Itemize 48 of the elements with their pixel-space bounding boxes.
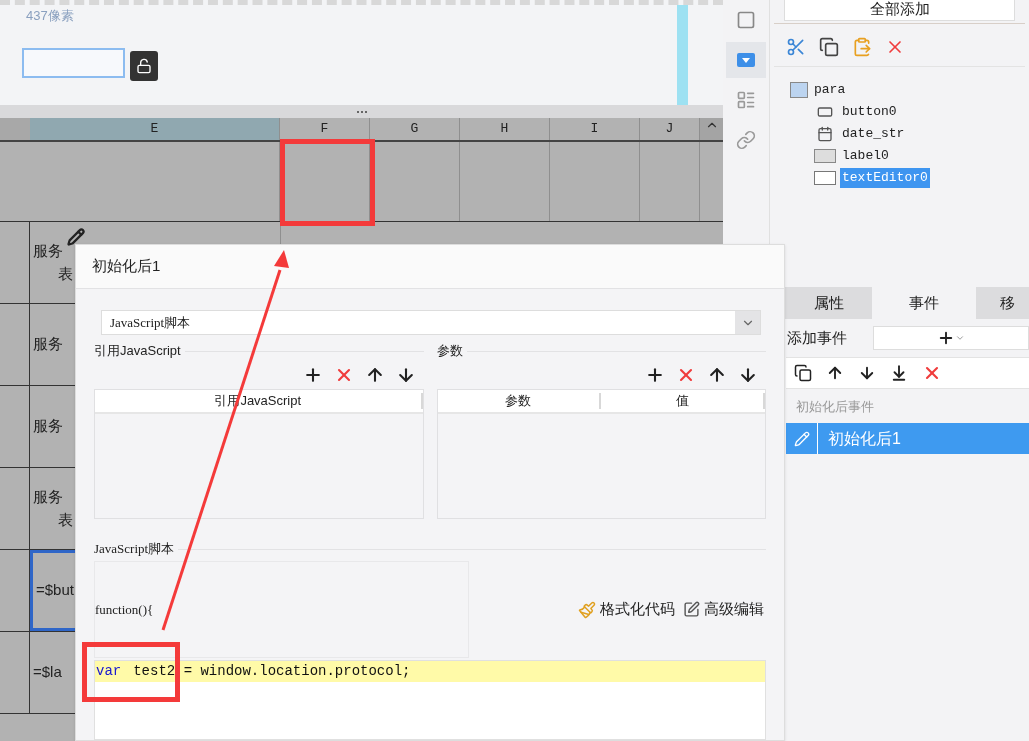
lock-button[interactable] bbox=[130, 51, 158, 81]
section-title: 参数 bbox=[436, 342, 464, 361]
add-all-button[interactable]: 全部添加 bbox=[784, 0, 1015, 21]
lock-icon bbox=[136, 58, 152, 74]
table-cell-text: 服务 表 bbox=[32, 241, 74, 284]
column-header[interactable]: E bbox=[30, 118, 280, 140]
dropdown-widget-icon[interactable] bbox=[726, 42, 766, 78]
caret-icon bbox=[955, 333, 965, 343]
tab[interactable]: 移 bbox=[976, 287, 1029, 319]
add-icon[interactable] bbox=[645, 365, 665, 385]
tree-item[interactable]: date_str bbox=[840, 124, 907, 144]
move-bottom-icon[interactable] bbox=[890, 364, 908, 382]
down-arrow-icon[interactable] bbox=[858, 364, 876, 382]
script-type-select[interactable]: JavaScript脚本 bbox=[101, 310, 761, 335]
section-title: 引用JavaScript bbox=[94, 342, 182, 361]
tab[interactable]: 属性 bbox=[786, 287, 872, 319]
column-header[interactable]: 值 bbox=[601, 393, 765, 409]
table-cell-text: =$la bbox=[32, 662, 63, 683]
advanced-edit-button[interactable]: 高级编辑 bbox=[683, 598, 764, 621]
tree-item[interactable]: para bbox=[814, 80, 846, 100]
grid-corner bbox=[0, 118, 30, 140]
column-header[interactable]: 参数 bbox=[437, 393, 602, 409]
edit-icon bbox=[683, 601, 700, 618]
section-title: JavaScript脚本 bbox=[94, 540, 176, 559]
form-icon bbox=[790, 82, 808, 98]
brush-icon bbox=[578, 600, 596, 619]
table-cell-text: 服务 bbox=[32, 416, 64, 437]
format-code-button[interactable]: 格式化代码 bbox=[578, 598, 675, 621]
tree-item[interactable]: button0 bbox=[840, 102, 899, 122]
cut-icon[interactable] bbox=[786, 36, 806, 57]
pencil-icon bbox=[66, 228, 86, 246]
tab[interactable]: 事件 bbox=[872, 287, 976, 319]
event-group-label: 初始化后事件 bbox=[795, 398, 875, 416]
table-cell-text: 服务 表 bbox=[32, 487, 74, 530]
copy-icon[interactable] bbox=[794, 364, 812, 382]
pencil-icon[interactable] bbox=[793, 430, 810, 447]
add-event-label: 添加事件 bbox=[787, 327, 848, 348]
function-header: function(){ bbox=[95, 600, 154, 619]
dialog-title: 初始化后1 bbox=[92, 256, 161, 277]
resize-grip-icon[interactable] bbox=[356, 110, 367, 113]
code-editor[interactable]: var test2 = window.location.protocol; bbox=[94, 660, 766, 740]
table-cell-text: 服务 bbox=[32, 334, 64, 355]
tree-item[interactable]: label0 bbox=[840, 146, 891, 166]
text-field-icon bbox=[814, 171, 836, 185]
copy-icon[interactable] bbox=[819, 36, 839, 57]
plus-icon bbox=[937, 329, 955, 347]
label-widget-icon bbox=[814, 149, 836, 163]
size-label: 437像素 bbox=[26, 7, 74, 25]
